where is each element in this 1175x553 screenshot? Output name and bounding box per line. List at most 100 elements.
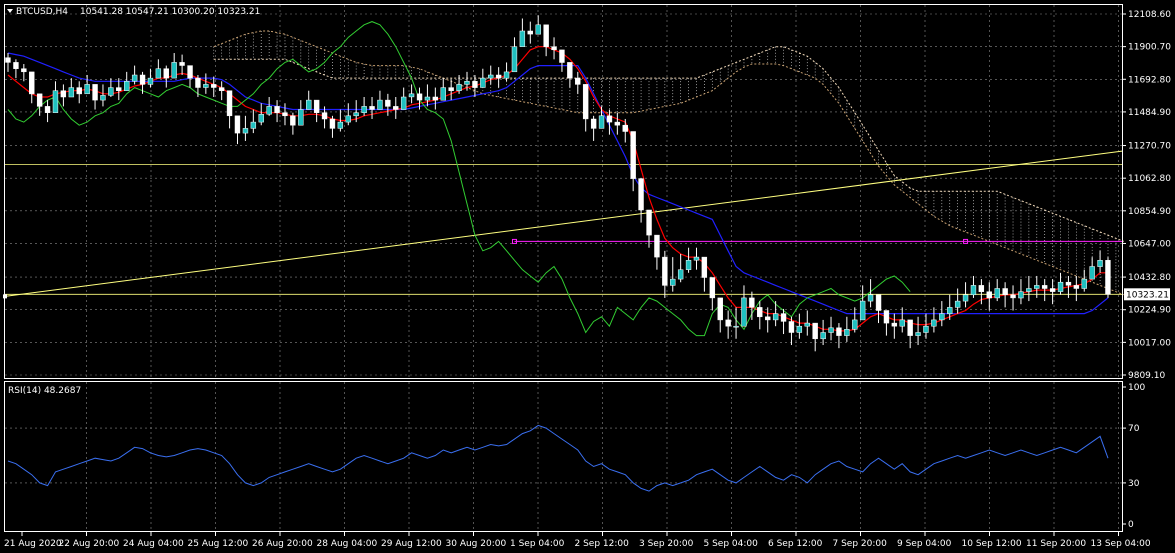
bearish-candle[interactable] [385, 99, 391, 107]
bearish-candle[interactable] [495, 74, 502, 79]
bearish-candle[interactable] [765, 316, 771, 321]
bearish-candle[interactable] [211, 84, 217, 88]
bullish-candle[interactable] [511, 46, 518, 73]
bearish-candle[interactable] [891, 322, 898, 327]
bearish-candle[interactable] [187, 65, 193, 79]
bearish-candle[interactable] [218, 87, 225, 91]
bullish-candle[interactable] [1018, 291, 1024, 299]
bullish-candle[interactable] [242, 128, 249, 134]
bullish-candle[interactable] [670, 278, 676, 286]
bullish-candle[interactable] [519, 30, 526, 47]
bearish-candle[interactable] [788, 321, 795, 333]
bearish-candle[interactable] [1010, 294, 1016, 299]
bearish-candle[interactable] [575, 77, 581, 85]
bearish-candle[interactable] [76, 87, 82, 95]
bullish-candle[interactable] [844, 329, 850, 336]
bullish-candle[interactable] [400, 96, 407, 110]
bullish-candle[interactable] [408, 93, 415, 98]
bullish-candle[interactable] [970, 285, 977, 296]
bearish-candle[interactable] [606, 115, 613, 123]
bearish-candle[interactable] [5, 57, 11, 63]
bearish-candle[interactable] [321, 112, 328, 120]
bullish-candle[interactable] [693, 256, 700, 261]
bullish-candle[interactable] [677, 269, 684, 280]
bullish-candle[interactable] [353, 112, 359, 117]
bearish-candle[interactable] [448, 87, 454, 91]
bearish-candle[interactable] [1049, 288, 1056, 292]
bearish-candle[interactable] [234, 115, 241, 134]
bullish-candle[interactable] [124, 81, 130, 91]
bearish-candle[interactable] [875, 294, 882, 311]
bearish-candle[interactable] [282, 112, 288, 117]
bearish-candle[interactable] [551, 46, 557, 51]
bearish-candle[interactable] [907, 319, 913, 336]
bearish-candle[interactable] [836, 327, 842, 336]
bullish-candle[interactable] [804, 322, 810, 327]
bullish-candle[interactable] [250, 121, 257, 129]
bearish-candle[interactable] [883, 310, 890, 324]
bullish-candle[interactable] [100, 95, 106, 101]
bearish-candle[interactable] [60, 90, 67, 98]
bearish-candle[interactable] [179, 62, 185, 66]
bullish-candle[interactable] [171, 62, 177, 79]
bearish-candle[interactable] [1065, 281, 1072, 286]
bearish-candle[interactable] [472, 81, 478, 88]
bullish-candle[interactable] [266, 106, 272, 115]
bearish-candle[interactable] [13, 62, 19, 69]
bearish-candle[interactable] [29, 71, 35, 95]
bearish-candle[interactable] [21, 68, 27, 73]
bearish-candle[interactable] [709, 277, 716, 299]
bearish-candle[interactable] [527, 30, 533, 35]
bullish-candle[interactable] [852, 319, 858, 330]
bearish-candle[interactable] [717, 297, 723, 321]
bearish-candle[interactable] [590, 118, 597, 129]
bullish-candle[interactable] [923, 325, 929, 333]
bullish-candle[interactable] [994, 288, 1000, 299]
bullish-candle[interactable] [796, 325, 803, 333]
bearish-candle[interactable] [44, 106, 51, 113]
bullish-candle[interactable] [828, 327, 834, 333]
bullish-candle[interactable] [859, 300, 866, 321]
bearish-candle[interactable] [812, 322, 818, 340]
bearish-candle[interactable] [559, 49, 565, 63]
bearish-candle[interactable] [622, 124, 628, 132]
bullish-candle[interactable] [52, 90, 59, 113]
bearish-candle[interactable] [630, 131, 636, 179]
bearish-candle[interactable] [226, 90, 233, 117]
bearish-candle[interactable] [543, 24, 549, 48]
bullish-candle[interactable] [954, 300, 961, 308]
bullish-candle[interactable] [915, 332, 921, 336]
bearish-candle[interactable] [978, 285, 985, 292]
bullish-candle[interactable] [298, 109, 304, 126]
bullish-candle[interactable] [424, 96, 431, 101]
bullish-candle[interactable] [931, 319, 937, 327]
bearish-candle[interactable] [313, 99, 320, 113]
bearish-candle[interactable] [116, 87, 122, 91]
bullish-candle[interactable] [947, 307, 953, 314]
bullish-candle[interactable] [377, 99, 383, 110]
bullish-candle[interactable] [867, 294, 874, 302]
bullish-candle[interactable] [361, 106, 367, 113]
bullish-candle[interactable] [1097, 260, 1103, 267]
bullish-candle[interactable] [258, 114, 264, 123]
bullish-candle[interactable] [440, 87, 446, 101]
bullish-candle[interactable] [772, 313, 779, 321]
bearish-candle[interactable] [139, 74, 146, 85]
bearish-candle[interactable] [195, 77, 201, 88]
bearish-candle[interactable] [369, 106, 375, 110]
bullish-candle[interactable] [84, 84, 90, 95]
bearish-candle[interactable] [749, 297, 755, 308]
bullish-candle[interactable] [155, 68, 162, 79]
bullish-candle[interactable] [203, 84, 209, 88]
bearish-candle[interactable] [638, 178, 644, 211]
bullish-candle[interactable] [741, 297, 747, 327]
bearish-candle[interactable] [662, 256, 668, 286]
bullish-candle[interactable] [733, 325, 739, 328]
bearish-candle[interactable] [432, 96, 439, 101]
bullish-candle[interactable] [962, 294, 969, 302]
bullish-candle[interactable] [131, 74, 138, 82]
bullish-candle[interactable] [464, 81, 470, 85]
bullish-candle[interactable] [685, 260, 692, 270]
bullish-candle[interactable] [1034, 285, 1040, 289]
bullish-candle[interactable] [337, 121, 344, 129]
